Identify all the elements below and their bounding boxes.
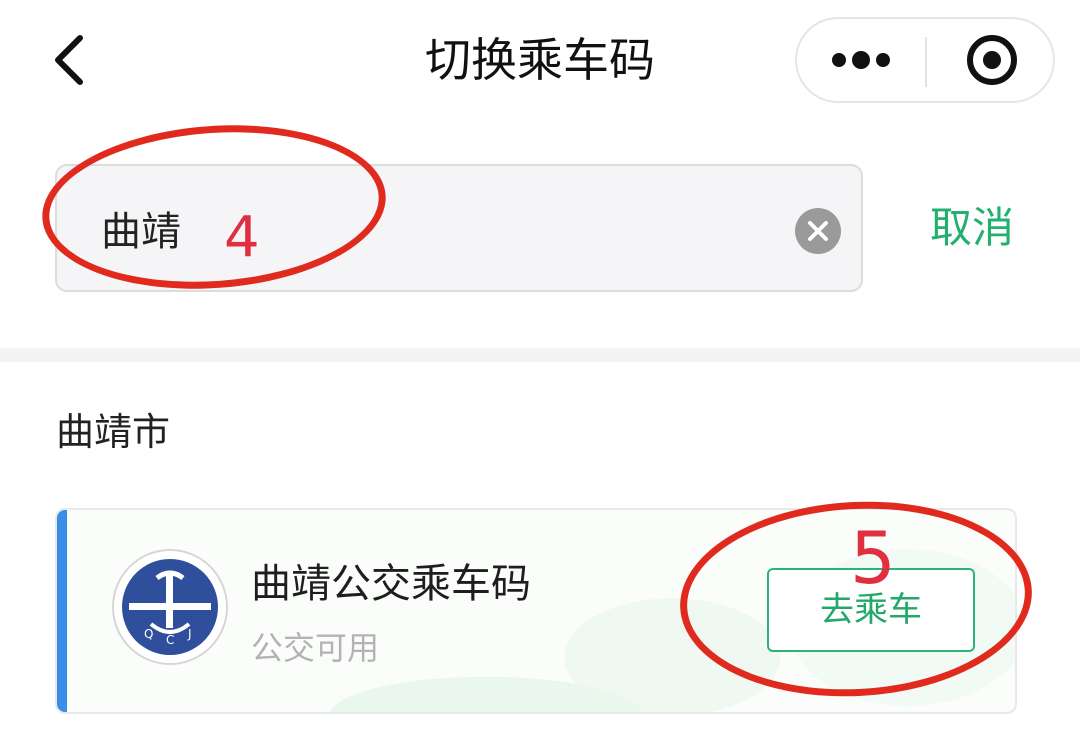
close-mini-program-button[interactable]	[937, 19, 1047, 101]
transit-code-card[interactable]: Q C J 曲靖公交乘车码 公交可用 去乘车	[55, 508, 1017, 714]
go-ride-button[interactable]: 去乘车	[767, 568, 975, 652]
search-input[interactable]	[101, 196, 791, 260]
mini-program-capsule	[795, 17, 1055, 103]
cancel-button[interactable]: 取消	[930, 196, 1014, 260]
capsule-divider	[925, 37, 927, 87]
search-box	[55, 164, 863, 292]
card-subtitle: 公交可用	[251, 629, 380, 667]
section-divider	[0, 348, 1080, 362]
clear-search-button[interactable]	[795, 208, 841, 254]
more-dots-icon	[832, 51, 890, 69]
svg-text:J: J	[187, 627, 192, 641]
svg-text:C: C	[166, 633, 174, 647]
navigation-bar: 切换乘车码	[0, 0, 1080, 120]
clear-circle-icon	[808, 221, 828, 241]
svg-text:Q: Q	[144, 627, 153, 641]
card-title: 曲靖公交乘车码	[251, 561, 531, 607]
city-heading: 曲靖市	[56, 410, 171, 454]
more-button[interactable]	[817, 19, 917, 101]
target-circle-icon	[967, 35, 1017, 85]
bus-company-logo: Q C J	[111, 548, 229, 666]
